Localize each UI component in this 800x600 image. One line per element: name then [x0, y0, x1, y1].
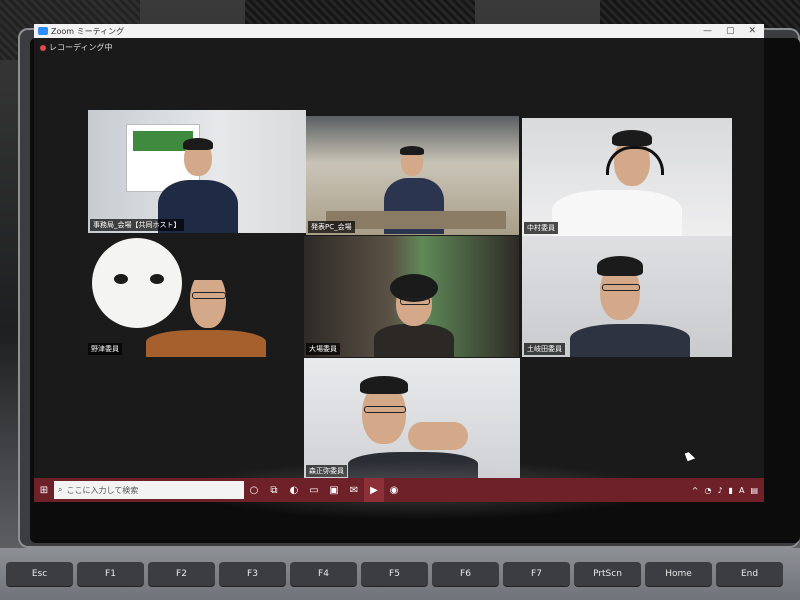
search-icon: ⌕	[58, 485, 63, 494]
person-body	[348, 452, 478, 479]
key-f2[interactable]: F2	[148, 562, 215, 586]
video-tile-participant[interactable]: 森正弥委員	[304, 358, 520, 479]
key-end[interactable]: End	[716, 562, 783, 586]
key-f4[interactable]: F4	[290, 562, 357, 586]
windows-start-icon[interactable]: ⊞	[34, 478, 54, 502]
person-hair	[612, 130, 652, 146]
key-prtscn[interactable]: PrtScn	[574, 562, 641, 586]
video-tile-participant[interactable]: 野津委員	[86, 234, 304, 357]
recording-label: レコーディング中	[49, 43, 113, 52]
search-input[interactable]: ⌕ ここに入力して検索	[54, 481, 244, 499]
recording-indicator: レコーディング中	[40, 42, 112, 53]
notification-icon[interactable]: ▤	[750, 486, 758, 495]
person-hair	[400, 146, 424, 155]
function-key-row: Esc F1 F2 F3 F4 F5 F6 F7 PrtScn Home End	[6, 562, 783, 586]
key-f1[interactable]: F1	[77, 562, 144, 586]
network-icon[interactable]: ◔	[704, 486, 711, 495]
search-placeholder: ここに入力して検索	[66, 485, 139, 495]
maximize-button[interactable]: ▢	[726, 26, 735, 36]
glasses-icon	[400, 298, 430, 305]
video-tile-participant[interactable]: 中村委員	[522, 118, 732, 236]
window-title: Zoom ミーティング	[51, 26, 125, 36]
close-button[interactable]: ✕	[748, 26, 756, 36]
participant-name: 事務局_会場【共同ホスト】	[90, 219, 184, 231]
participant-name: 発表PC_会場	[308, 221, 355, 233]
key-home[interactable]: Home	[645, 562, 712, 586]
file-explorer-icon[interactable]: ▭	[304, 478, 324, 502]
window-title-bar[interactable]: Zoom ミーティング — ▢ ✕	[34, 24, 764, 38]
ime-indicator[interactable]: A	[739, 486, 744, 495]
key-f6[interactable]: F6	[432, 562, 499, 586]
task-view-icon[interactable]: ⧉	[264, 478, 284, 502]
person-hair	[597, 256, 643, 276]
mail-icon[interactable]: ✉	[344, 478, 364, 502]
window-controls: — ▢ ✕	[703, 26, 764, 36]
participant-name: 野津委員	[88, 343, 122, 355]
key-f3[interactable]: F3	[219, 562, 286, 586]
person-body	[570, 324, 690, 357]
video-tile-host[interactable]: 事務局_会場【共同ホスト】	[88, 110, 306, 233]
key-esc[interactable]: Esc	[6, 562, 73, 586]
participant-name: 大場委員	[306, 343, 340, 355]
glasses-icon	[192, 292, 226, 299]
chrome-icon[interactable]: ◉	[384, 478, 404, 502]
zoom-logo-icon	[38, 27, 48, 35]
person-body	[374, 324, 454, 357]
battery-icon[interactable]: ▮	[729, 486, 733, 495]
person-body	[552, 190, 682, 236]
zoom-gallery-view: レコーディング中 事務局_会場【共同ホスト】 発表PC_会場 中村委員 野津委員…	[34, 38, 764, 479]
video-tile-participant[interactable]: 大場委員	[304, 236, 519, 357]
participant-name: 森正弥委員	[306, 465, 347, 477]
person-hair	[188, 266, 228, 280]
glasses-icon	[364, 406, 406, 413]
system-tray: ^ ◔ ♪ ▮ A ▤	[692, 486, 764, 495]
volume-icon[interactable]: ♪	[717, 486, 722, 495]
key-f5[interactable]: F5	[361, 562, 428, 586]
cortana-icon[interactable]: ○	[244, 478, 264, 502]
person-hair	[183, 138, 213, 150]
minimize-button[interactable]: —	[703, 26, 712, 36]
keyboard: Esc F1 F2 F3 F4 F5 F6 F7 PrtScn Home End	[0, 548, 800, 600]
person-body	[146, 330, 266, 357]
participant-name: 土岐田委員	[524, 343, 565, 355]
person-arm	[408, 422, 468, 450]
key-f7[interactable]: F7	[503, 562, 570, 586]
chevron-up-icon[interactable]: ^	[692, 486, 699, 495]
person-hair	[360, 376, 408, 394]
video-tile-presentation-pc[interactable]: 発表PC_会場	[306, 116, 519, 235]
store-icon[interactable]: ▣	[324, 478, 344, 502]
video-tile-participant[interactable]: 土岐田委員	[522, 236, 732, 357]
record-dot-icon	[40, 44, 46, 51]
glasses-icon	[602, 284, 640, 291]
zoom-taskbar-icon[interactable]: ▶	[364, 478, 384, 502]
virtual-background-face	[92, 238, 182, 328]
edge-icon[interactable]: ◐	[284, 478, 304, 502]
participant-name: 中村委員	[524, 222, 558, 234]
taskbar: ⊞ ⌕ ここに入力して検索 ○ ⧉ ◐ ▭ ▣ ✉ ▶ ◉ ^ ◔ ♪ ▮ A …	[34, 478, 764, 502]
